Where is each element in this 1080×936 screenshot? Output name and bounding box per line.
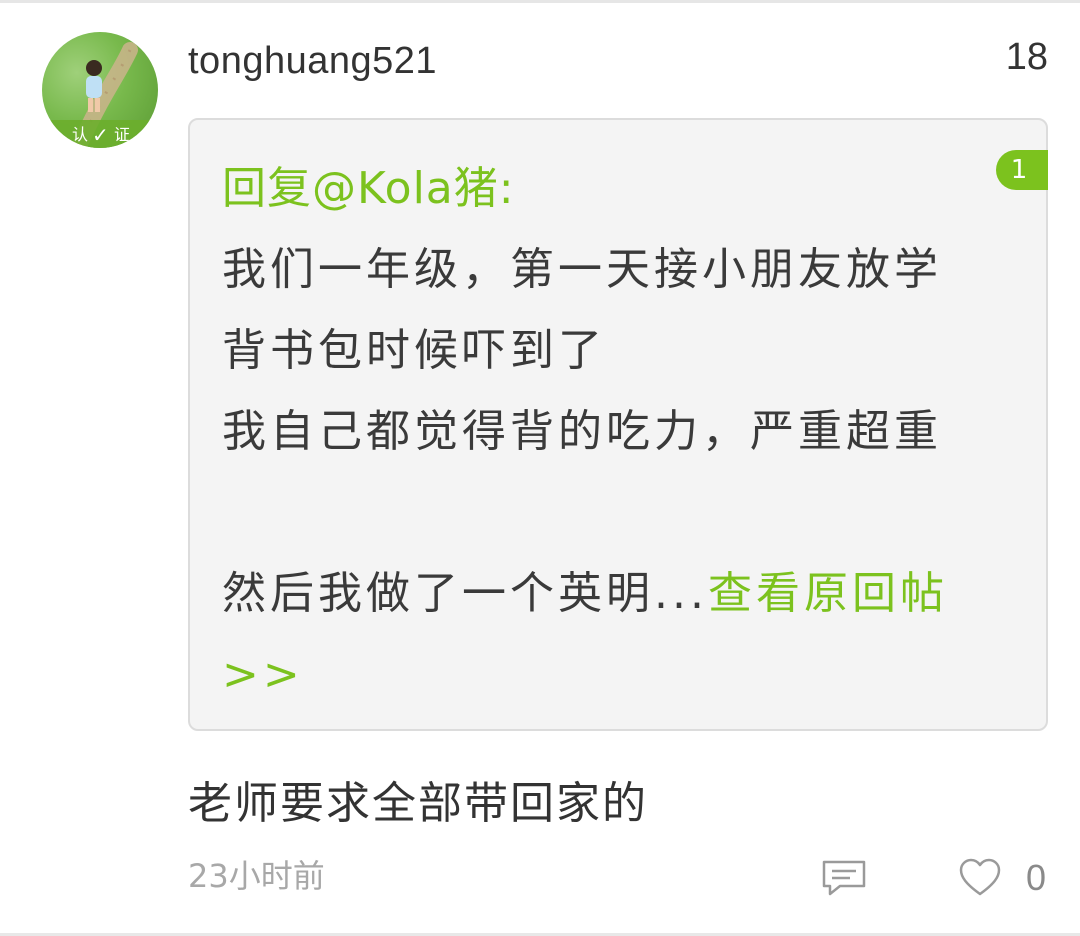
heart-outline-icon (959, 858, 1001, 896)
avatar-badge-right: 证 (114, 125, 130, 144)
floor-number: 18 (1005, 36, 1048, 78)
view-original-link[interactable]: 查看原回帖 (708, 568, 948, 619)
avatar-check-icon: ✓ (92, 123, 109, 147)
quote-line: 我们一年级，第一天接小朋友放学 (222, 244, 942, 295)
avatar-badge-left: 认 (72, 125, 88, 144)
avatar-image: 认 ✓ 证 (42, 42, 158, 148)
reply-button[interactable] (820, 856, 868, 900)
comment-bubble-icon (822, 860, 866, 896)
quote-line: 我自己都觉得背的吃力，严重超重 (222, 406, 942, 457)
like-button[interactable] (956, 856, 1004, 900)
timestamp: 23小时前 (188, 857, 325, 895)
quoted-reply[interactable]: 1 回复@Kola猪: 我们一年级，第一天接小朋友放学 背书包时候吓到了 我自己… (188, 118, 1048, 731)
quote-line: 背书包时候吓到了 (222, 325, 606, 376)
comment-body: 老师要求全部带回家的 (188, 778, 648, 829)
username[interactable]: tonghuang521 (188, 38, 437, 84)
quote-line-truncated: 然后我做了一个英明...查看原回帖 (222, 553, 1022, 634)
top-divider (0, 0, 1080, 3)
quote-line: 然后我做了一个英明... (222, 568, 708, 619)
reply-to-mention[interactable]: 回复@Kola猪: (222, 148, 1022, 229)
like-count: 0 (1026, 857, 1047, 898)
quoted-text: 回复@Kola猪: 我们一年级，第一天接小朋友放学 背书包时候吓到了 我自己都觉… (222, 148, 1022, 715)
avatar[interactable]: 认 ✓ 证 (42, 32, 158, 148)
quote-line (222, 472, 1022, 553)
view-original-arrow[interactable]: >> (222, 634, 1022, 715)
